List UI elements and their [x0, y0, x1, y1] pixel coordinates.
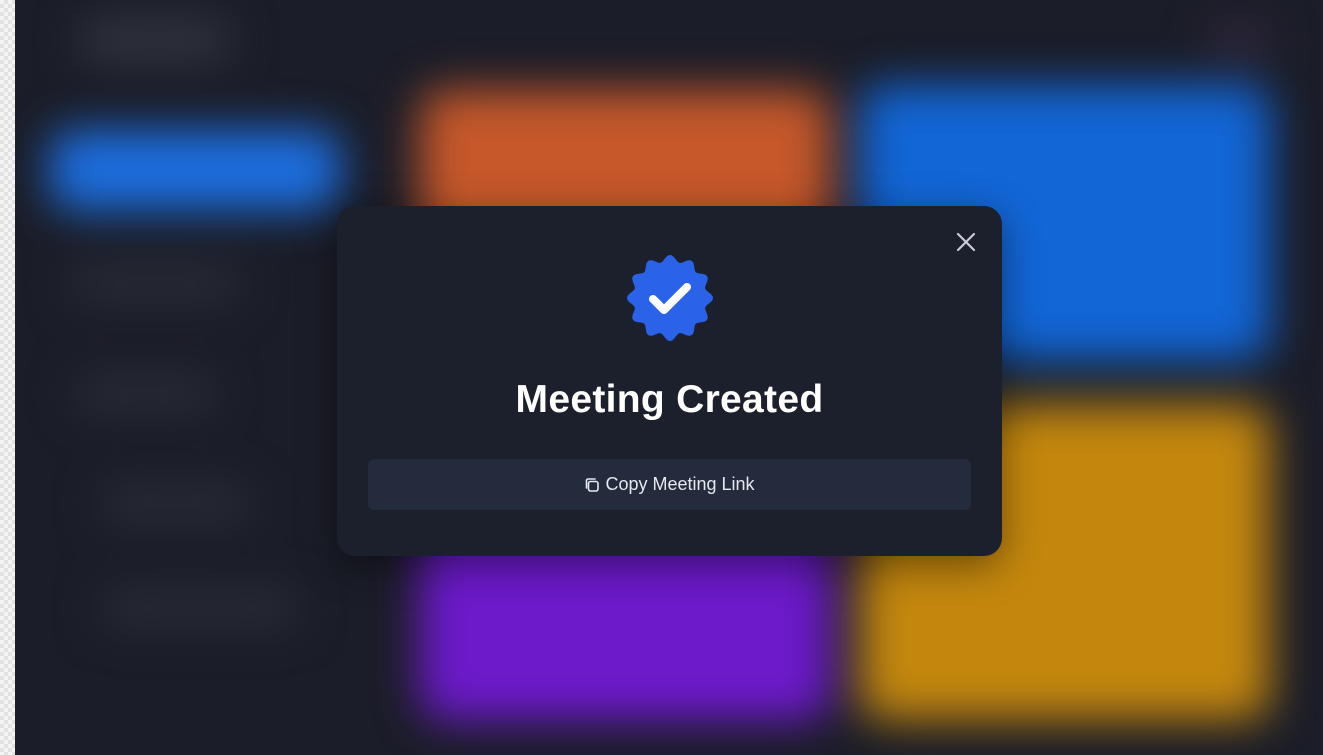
verified-check-icon [626, 254, 714, 342]
copy-button-label: Copy Meeting Link [605, 474, 755, 494]
close-button[interactable] [952, 228, 980, 256]
sidebar-item [70, 265, 240, 301]
close-icon [956, 232, 976, 252]
modal-title: Meeting Created [515, 378, 824, 421]
sidebar-item [100, 485, 250, 521]
app-logo [80, 20, 230, 60]
avatar [1210, 22, 1270, 58]
meeting-created-modal: Meeting Created Copy Meeting Link [337, 206, 1002, 556]
copy-icon [584, 477, 600, 493]
copy-meeting-link-button[interactable]: Copy Meeting Link [368, 459, 971, 510]
sidebar-item-active [50, 130, 340, 210]
sidebar-item [100, 590, 300, 626]
sidebar-item [75, 375, 215, 411]
